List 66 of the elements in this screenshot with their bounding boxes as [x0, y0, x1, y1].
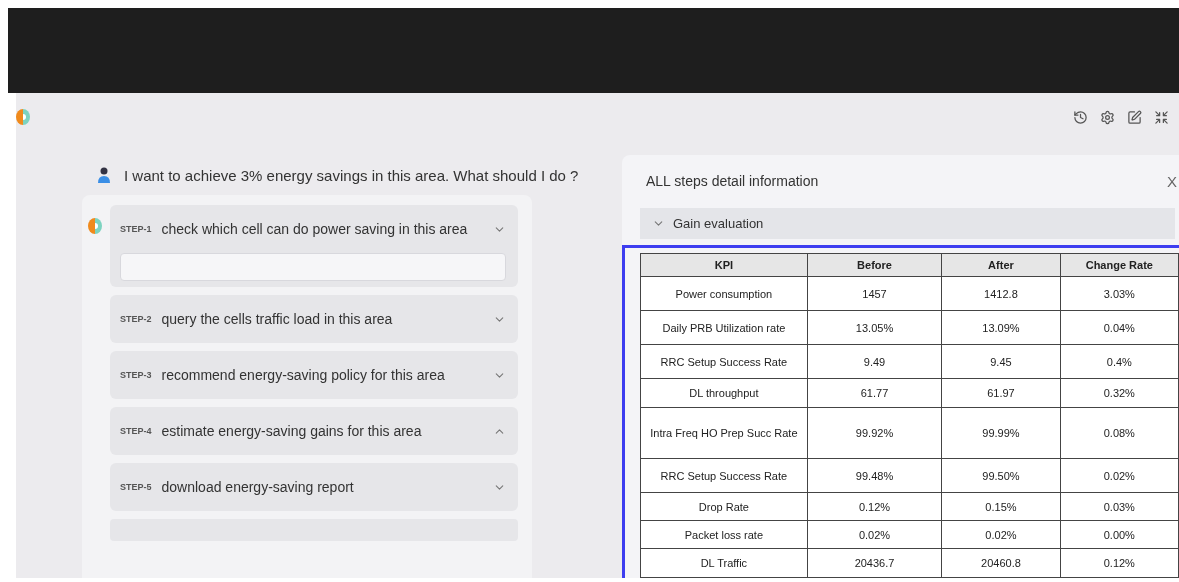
step-tag: STEP-1	[120, 224, 152, 234]
table-cell: 0.32%	[1060, 378, 1179, 408]
panel-title: ALL steps detail information	[646, 173, 819, 190]
step-text: download energy-saving report	[161, 479, 355, 495]
table-cell: 61.77	[807, 378, 942, 408]
table-cell: 99.92%	[807, 407, 942, 459]
column-header: Before	[807, 253, 942, 277]
table-cell: DL Traffic	[640, 548, 808, 578]
table-cell: 1457	[807, 276, 942, 311]
step-text: query the cells traffic load in this area	[161, 311, 394, 327]
table-cell: 9.45	[941, 344, 1061, 379]
table-cell: 0.04%	[1060, 310, 1179, 345]
settings-icon[interactable]	[1100, 109, 1115, 125]
step-tag: STEP-2	[120, 314, 152, 324]
table-cell: 99.99%	[941, 407, 1061, 459]
table-cell: 13.05%	[807, 310, 942, 345]
user-question: I want to achieve 3% energy savings in this area. What should I do ?	[124, 166, 579, 184]
section-header[interactable]: Gain evaluation	[640, 207, 1175, 239]
table-cell: Intra Freq HO Prep Succ Rate	[640, 407, 808, 459]
edit-icon[interactable]	[1127, 109, 1142, 125]
table-cell: 20436.7	[807, 548, 942, 578]
table-cell: 99.50%	[941, 458, 1061, 493]
close-button[interactable]: X	[1165, 172, 1179, 190]
table-cell: 0.12%	[1060, 548, 1179, 578]
step-item[interactable]: STEP-1 check which cell can do power saving in this area	[110, 205, 518, 287]
history-icon[interactable]	[1073, 109, 1088, 125]
table-cell: 0.02%	[1060, 458, 1179, 493]
table-cell: RRC Setup Success Rate	[640, 344, 808, 379]
table-cell: DL throughput	[640, 378, 808, 408]
collapse-icon[interactable]	[1154, 109, 1169, 125]
table-cell: 13.09%	[941, 310, 1061, 345]
table-cell: RRC Setup Success Rate	[640, 458, 808, 493]
user-avatar-icon	[98, 167, 110, 183]
column-header: KPI	[640, 253, 808, 277]
table-cell: 99.48%	[807, 458, 942, 493]
logo-icon	[88, 217, 102, 235]
table-cell: 0.03%	[1060, 492, 1179, 521]
table-cell: 3.03%	[1060, 276, 1179, 311]
table-cell: Daily PRB Utilization rate	[640, 310, 808, 345]
step-item[interactable]: STEP-3 recommend energy-saving policy for this area	[110, 351, 518, 399]
table-cell: Power consumption	[640, 276, 808, 311]
table-cell: 1412.8	[941, 276, 1061, 311]
table-cell: 20460.8	[941, 548, 1061, 578]
step-text: estimate energy-saving gains for this area	[161, 423, 423, 439]
column-header: After	[941, 253, 1061, 277]
table-cell: 0.02%	[807, 520, 942, 549]
step-item[interactable]: STEP-5 download energy-saving report	[110, 463, 518, 511]
table-cell: 0.12%	[807, 492, 942, 521]
step-tag: STEP-4	[120, 426, 152, 436]
step-item[interactable]: STEP-4 estimate energy-saving gains for this area	[110, 407, 518, 455]
table-cell: Drop Rate	[640, 492, 808, 521]
table-cell: 0.15%	[941, 492, 1061, 521]
step-text: recommend energy-saving policy for this area	[161, 367, 446, 383]
step-text: check which cell can do power saving in this area	[161, 221, 469, 237]
table-cell: 0.00%	[1060, 520, 1179, 549]
column-header: Change Rate	[1060, 253, 1179, 277]
table-cell: 0.08%	[1060, 407, 1179, 459]
table-cell: 9.49	[807, 344, 942, 379]
step-tag: STEP-3	[120, 370, 152, 380]
table-cell: 0.02%	[941, 520, 1061, 549]
table-cell: Packet loss rate	[640, 520, 808, 549]
table-cell: 0.4%	[1060, 344, 1179, 379]
logo-icon	[16, 108, 30, 126]
table-cell: 61.97	[941, 378, 1061, 408]
step-item[interactable]: STEP-2 query the cells traffic load in this area	[110, 295, 518, 343]
step-tag: STEP-5	[120, 482, 152, 492]
